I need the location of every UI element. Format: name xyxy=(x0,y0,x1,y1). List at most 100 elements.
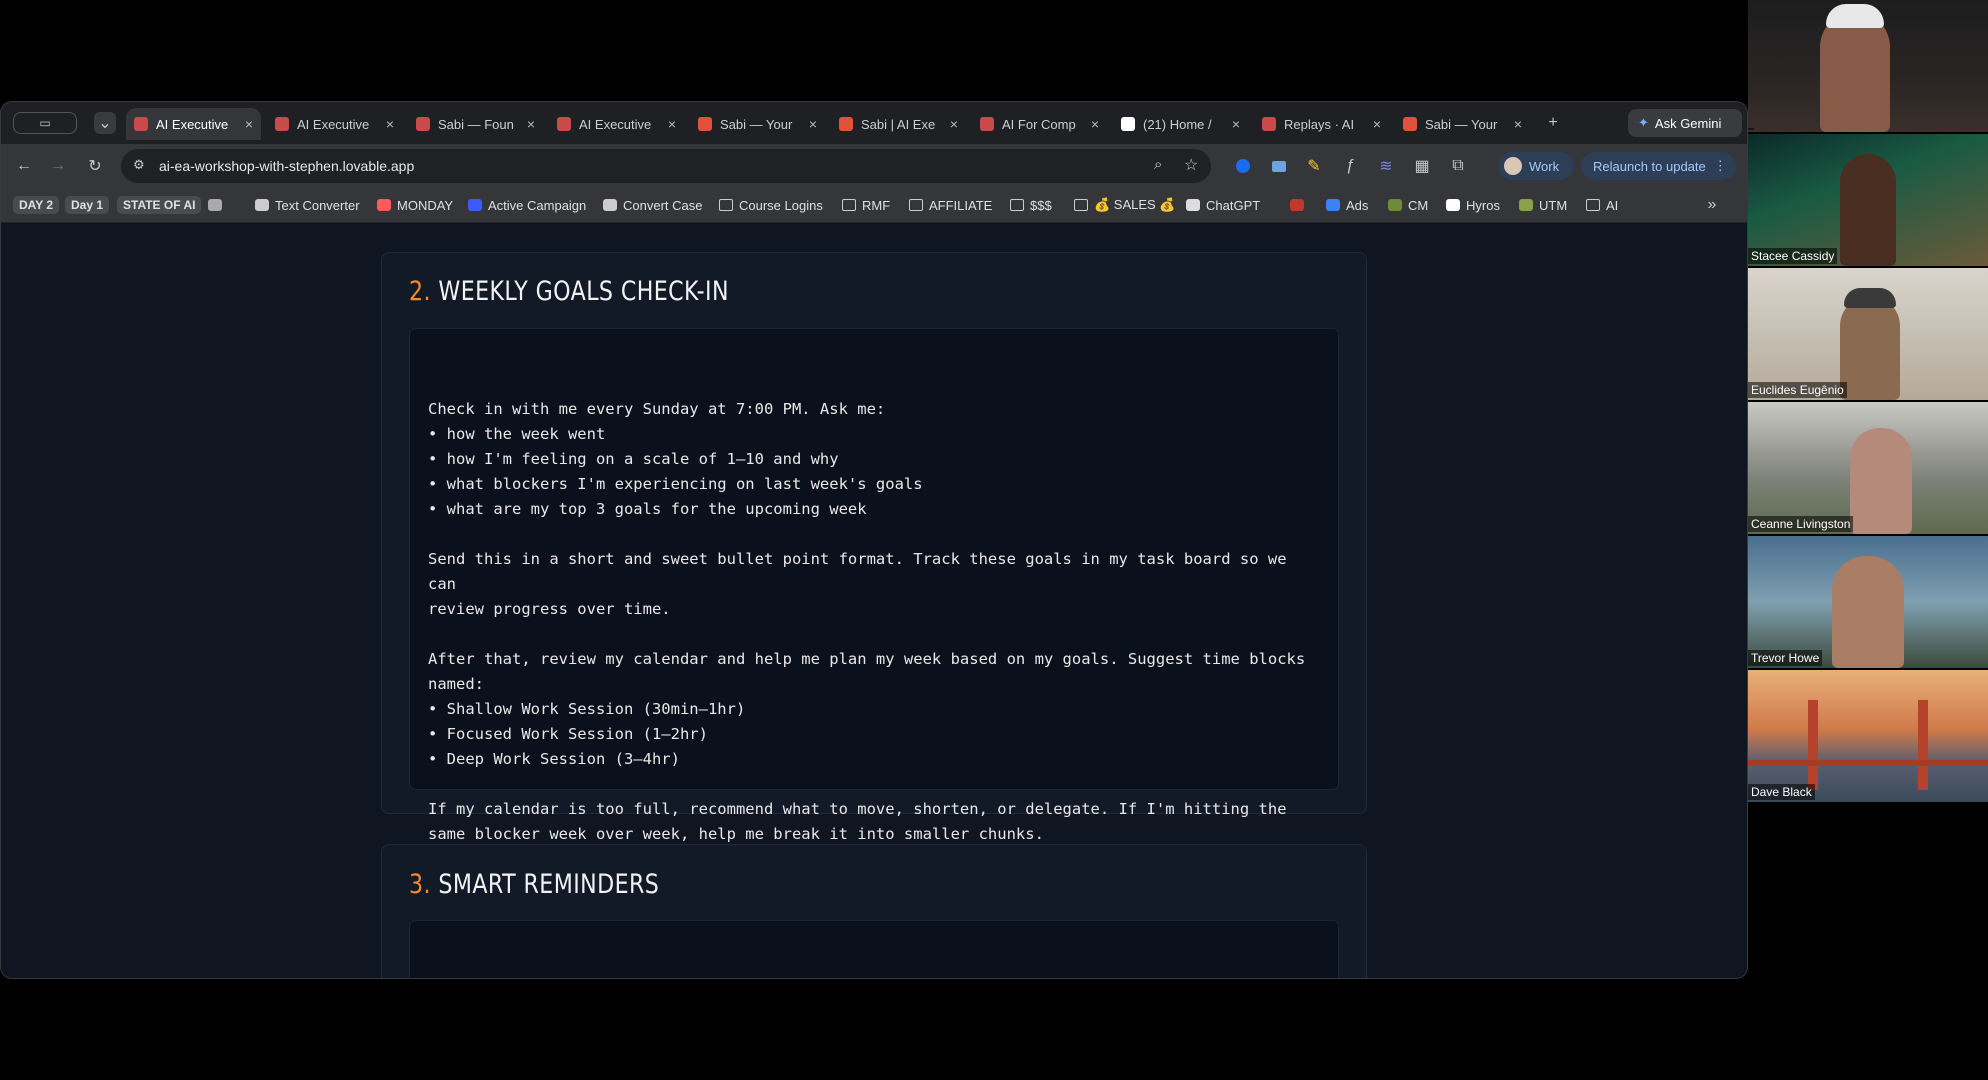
close-icon[interactable]: × xyxy=(809,116,817,132)
profile-button[interactable]: Work xyxy=(1498,152,1574,180)
bookmark-item[interactable]: $$$ xyxy=(1010,195,1052,215)
prompt-line: review progress over time. xyxy=(428,600,671,618)
favicon-icon xyxy=(416,117,430,131)
close-icon[interactable]: × xyxy=(668,116,676,132)
folder-icon xyxy=(1010,199,1024,211)
url-text[interactable]: ai-ea-workshop-with-stephen.lovable.app xyxy=(159,158,414,174)
tab-6[interactable]: Sabi | AI Exe × xyxy=(831,108,966,140)
close-icon[interactable]: × xyxy=(1514,116,1522,132)
reload-icon[interactable]: ↻ xyxy=(84,155,106,177)
extension-grid-icon[interactable]: ▦ xyxy=(1411,155,1433,177)
bookmark-label: AI xyxy=(1606,197,1619,213)
participant-name: Dave Black xyxy=(1748,784,1815,800)
grid-icon xyxy=(208,199,222,211)
participant-tile[interactable] xyxy=(1748,0,1988,132)
bookmark-label: Text Converter xyxy=(275,197,360,213)
site-info-icon[interactable]: ⚙ xyxy=(133,157,145,173)
bookmark-grid-icon[interactable] xyxy=(208,195,228,215)
ask-gemini-button[interactable]: ✦ Ask Gemini xyxy=(1628,109,1742,137)
tab-10[interactable]: Sabi — Your × xyxy=(1395,108,1530,140)
bookmark-label: UTM xyxy=(1539,197,1568,213)
new-tab-button[interactable]: + xyxy=(1542,112,1564,134)
relaunch-label: Relaunch to update xyxy=(1593,158,1706,174)
prompt-line: • how I'm feeling on a scale of 1–10 and… xyxy=(428,450,839,468)
extension-onepassword-icon[interactable] xyxy=(1232,155,1254,177)
tab-9[interactable]: Replays · AI × xyxy=(1254,108,1389,140)
tab-5[interactable]: Sabi — Your × xyxy=(690,108,825,140)
bookmark-text-converter[interactable]: Text Converter xyxy=(255,195,360,215)
more-bookmarks-icon[interactable]: » xyxy=(1701,194,1723,216)
prompt-line: Send this in a short and sweet bullet po… xyxy=(428,550,1296,593)
prompt-line: After that, review my calendar and help … xyxy=(428,650,1306,668)
bookmark-convert-case[interactable]: Convert Case xyxy=(603,195,702,215)
back-icon[interactable]: ← xyxy=(13,155,35,177)
bookmark-monday[interactable]: MONDAY xyxy=(377,195,453,215)
bookmark-label: MONDAY xyxy=(397,197,454,213)
close-icon[interactable]: × xyxy=(527,116,535,132)
tab-8[interactable]: (21) Home / × xyxy=(1113,108,1248,140)
bookmark-state-of-ai[interactable]: STATE OF AI xyxy=(117,195,202,215)
bookmark-affiliate[interactable]: AFFILIATE xyxy=(909,195,992,215)
close-icon[interactable]: × xyxy=(1232,116,1240,132)
tab-label: Sabi — Your xyxy=(720,116,793,132)
close-icon[interactable]: × xyxy=(950,116,958,132)
bookmark-label: ChatGPT xyxy=(1206,197,1261,213)
relaunch-button[interactable]: Relaunch to update ⋮ xyxy=(1581,152,1736,180)
participant-tile[interactable]: Trevor Howe xyxy=(1748,536,1988,668)
close-icon[interactable]: × xyxy=(1091,116,1099,132)
meta-icon xyxy=(1326,199,1340,211)
tab-search-icon[interactable]: ▭ xyxy=(13,112,77,134)
tab-1[interactable]: AI Executive × xyxy=(126,108,261,140)
bookmark-rmf[interactable]: RMF xyxy=(842,195,890,215)
bookmark-label: Hyros xyxy=(1466,197,1500,213)
avatar xyxy=(1504,157,1522,175)
bookmark-course-logins[interactable]: Course Logins xyxy=(719,195,823,215)
extensions-puzzle-icon[interactable]: ⧉ xyxy=(1447,155,1469,177)
bookmark-chatgpt[interactable]: ChatGPT xyxy=(1186,195,1260,215)
close-icon[interactable]: × xyxy=(245,116,253,132)
participant-tile[interactable]: Stacee Cassidy xyxy=(1748,134,1988,266)
red-icon xyxy=(1290,199,1304,211)
bookmark-sales[interactable]: 💰 SALES 💰 xyxy=(1074,195,1176,215)
favicon-icon xyxy=(1262,117,1276,131)
extension-wave-icon[interactable]: ≋ xyxy=(1375,155,1397,177)
tab-label: AI Executive xyxy=(579,116,652,132)
person-silhouette-icon xyxy=(1840,154,1896,266)
close-icon[interactable]: × xyxy=(386,116,394,132)
star-icon[interactable]: ☆ xyxy=(1184,155,1198,175)
participant-tile[interactable]: Dave Black xyxy=(1748,670,1988,802)
section-card-smart-reminders: 3. SMART REMINDERS Act as my AI Executiv… xyxy=(381,844,1367,978)
prompt-text: Check in with me every Sunday at 7:00 PM… xyxy=(428,397,1320,847)
extension-pen-icon[interactable]: ✎ xyxy=(1303,155,1325,177)
bookmark-hyros[interactable]: Hyros xyxy=(1446,195,1500,215)
participant-tile[interactable]: Euclides Eugênio xyxy=(1748,268,1988,400)
bookmark-utm[interactable]: UTM xyxy=(1519,195,1567,215)
tab-2[interactable]: AI Executive × xyxy=(267,108,402,140)
chevron-down-icon[interactable]: ⌄ xyxy=(94,112,116,134)
bookmark-day-1[interactable]: Day 1 xyxy=(65,195,110,215)
bookmark-ai[interactable]: AI xyxy=(1586,195,1618,215)
close-icon[interactable]: × xyxy=(1373,116,1381,132)
tab-7[interactable]: AI For Comp × xyxy=(972,108,1107,140)
bookmark-day-2[interactable]: DAY 2 xyxy=(13,195,60,215)
tab-3[interactable]: Sabi — Foun × xyxy=(408,108,543,140)
bookmark-cm[interactable]: CM xyxy=(1388,195,1428,215)
bookmark-red-icon[interactable] xyxy=(1290,195,1310,215)
prompt-code-block[interactable]: Check in with me every Sunday at 7:00 PM… xyxy=(409,328,1339,843)
extension-screen-icon[interactable] xyxy=(1268,155,1290,177)
bookmark-label: Convert Case xyxy=(623,197,703,213)
zoom-icon[interactable]: ⌕ xyxy=(1154,156,1162,173)
forward-icon[interactable]: → xyxy=(47,155,69,177)
profile-label: Work xyxy=(1529,158,1560,174)
bookmark-label: Day 1 xyxy=(65,196,110,214)
participant-tile[interactable]: Ceanne Livingston xyxy=(1748,402,1988,534)
tab-4[interactable]: AI Executive × xyxy=(549,108,684,140)
prompt-code-block[interactable]: Act as my AI Executive Assistant and hel… xyxy=(409,920,1339,978)
bookmark-ads[interactable]: Ads xyxy=(1326,195,1368,215)
address-bar[interactable]: ⚙ ai-ea-workshop-with-stephen.lovable.ap… xyxy=(121,149,1211,183)
bookmark-active-campaign[interactable]: Active Campaign xyxy=(468,195,586,215)
bridge-icon xyxy=(1918,700,1928,790)
extension-function-icon[interactable]: ƒ xyxy=(1339,155,1361,177)
